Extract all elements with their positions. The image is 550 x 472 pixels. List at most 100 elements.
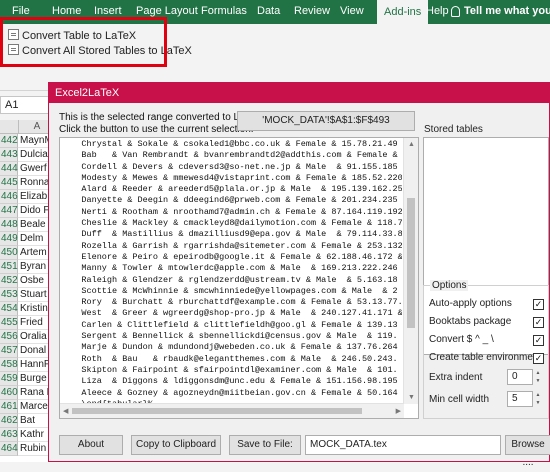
save-to-file-button[interactable]: Save to File:: [229, 435, 301, 455]
tab-home[interactable]: Home: [52, 5, 81, 17]
tab-insert[interactable]: Insert: [94, 5, 122, 17]
row-number[interactable]: 446: [0, 190, 18, 204]
min-cell-width-label: Min cell width: [429, 394, 490, 405]
dialog-titlebar[interactable]: Excel2LaTeX: [49, 83, 549, 103]
code-line: Danyette & Deegin & ddeegind6@prweb.com …: [61, 195, 398, 206]
filename-input[interactable]: MOCK_DATA.tex: [305, 435, 501, 455]
row-number[interactable]: 448: [0, 218, 18, 232]
latex-code-lines: Chrystal & Sokale & csokaled1@bbc.co.uk …: [61, 139, 402, 404]
tab-help[interactable]: Help: [426, 5, 449, 17]
scroll-right-icon[interactable]: ▶: [396, 408, 401, 415]
code-line: Nerti & Rootham & nroothamd7@admin.ch & …: [61, 206, 402, 217]
horizontal-scrollbar[interactable]: ◀ ▶: [60, 403, 404, 418]
auto-apply-label: Auto-apply options: [429, 298, 512, 309]
row-number[interactable]: 464: [0, 442, 18, 456]
lightbulb-icon: [451, 6, 460, 17]
code-line: Bab & Van Rembrandt & bvanrembrandtd2@ad…: [61, 150, 398, 161]
extra-indent-input[interactable]: 0: [507, 369, 533, 385]
code-line: Rozella & Garrish & rgarrishda@sitemeter…: [61, 240, 402, 251]
code-line: Sergent & Bennellick & sbennellickdi@cen…: [61, 331, 398, 342]
code-line: Modesty & Mewes & mmewesd4@vistaprint.co…: [61, 172, 402, 183]
intro-line-1: This is the selected range converted to …: [59, 112, 265, 123]
row-number[interactable]: 442: [0, 134, 18, 148]
tab-add-ins[interactable]: Add-ins: [377, 0, 429, 24]
row-number[interactable]: 462: [0, 414, 18, 428]
range-button[interactable]: 'MOCK_DATA'!$A$1:$F$493: [237, 111, 415, 131]
intro-text: This is the selected range converted to …: [59, 112, 265, 136]
code-line: Scottie & McWhinnie & smcwhinniede@yello…: [61, 285, 398, 296]
row-number[interactable]: 460: [0, 386, 18, 400]
min-cell-width-input[interactable]: 5: [507, 391, 533, 407]
row-number[interactable]: 451: [0, 260, 18, 274]
row-number[interactable]: 461: [0, 400, 18, 414]
tab-view[interactable]: View: [340, 5, 364, 17]
scroll-left-icon[interactable]: ◀: [63, 408, 68, 415]
tab-file[interactable]: File: [12, 5, 30, 17]
table-env-label: Create table environment: [429, 352, 542, 363]
auto-apply-checkbox[interactable]: ✓: [533, 299, 544, 310]
name-box[interactable]: A1: [0, 96, 50, 114]
code-line: Rory & Burchatt & rburchattdf@example.co…: [61, 297, 402, 308]
code-line: Raleigh & Glendzer & rglendzerdd@ustream…: [61, 274, 398, 285]
code-line: Cheslie & Mackley & cmackleyd8@dailymoti…: [61, 218, 402, 229]
spin-down-icon[interactable]: ▼: [533, 399, 543, 407]
row-number[interactable]: 447: [0, 204, 18, 218]
row-number[interactable]: 455: [0, 316, 18, 330]
extra-indent-stepper[interactable]: ▲ ▼: [533, 369, 543, 385]
scroll-thumb[interactable]: [407, 198, 415, 328]
code-line: Elenore & Peiro & epeirodb@google.it & F…: [61, 251, 402, 262]
row-number[interactable]: 458: [0, 358, 18, 372]
row-number[interactable]: 453: [0, 288, 18, 302]
code-line: West & Greer & wgreerdg@shop-pro.jp & Ma…: [61, 308, 402, 319]
code-line: Alard & Reeder & areederd5@plala.or.jp &…: [61, 184, 402, 195]
select-all-corner[interactable]: [0, 120, 19, 133]
row-number[interactable]: 444: [0, 162, 18, 176]
code-line: Aleece & Gozney & agozneydn@miitbeian.go…: [61, 387, 398, 398]
dialog-title: Excel2LaTeX: [55, 87, 120, 99]
options-title: Options: [430, 280, 469, 291]
scroll-up-icon[interactable]: ▲: [408, 141, 415, 148]
booktabs-checkbox[interactable]: ✓: [533, 317, 544, 328]
scroll-down-icon[interactable]: ▼: [408, 394, 415, 401]
code-line: Manny & Towler & mtowlerdc@apple.com & M…: [61, 263, 398, 274]
vertical-scrollbar[interactable]: ▲ ▼: [403, 138, 418, 404]
code-line: Carlen & Clittlefield & clittlefieldh@go…: [61, 319, 398, 330]
tab-review[interactable]: Review: [294, 5, 330, 17]
row-number[interactable]: 445: [0, 176, 18, 190]
extra-indent-label: Extra indent: [429, 372, 483, 383]
intro-line-2: Click the button to use the current sele…: [59, 124, 254, 135]
highlight-box: [0, 17, 167, 67]
row-number[interactable]: 450: [0, 246, 18, 260]
tab-formulas[interactable]: Formulas: [201, 5, 247, 17]
excel2latex-dialog: Excel2LaTeX This is the selected range c…: [48, 82, 550, 468]
stored-tables-label: Stored tables: [424, 124, 483, 135]
min-cell-width-stepper[interactable]: ▲ ▼: [533, 391, 543, 407]
code-line: Chrystal & Sokale & csokaled1@bbc.co.uk …: [61, 139, 398, 149]
hscroll-thumb[interactable]: [72, 408, 362, 414]
row-number[interactable]: 454: [0, 302, 18, 316]
convert-special-checkbox[interactable]: ✓: [533, 335, 544, 346]
row-number[interactable]: 459: [0, 372, 18, 386]
code-line: Cordell & Devers & cdeversd3@so-net.ne.j…: [61, 161, 398, 172]
tell-me-search[interactable]: Tell me what you: [464, 5, 550, 17]
code-line: Marje & Dundon & mdundondj@webeden.co.uk…: [61, 342, 398, 353]
code-line: Skipton & Fairpoint & sfairpointdl@exami…: [61, 364, 398, 375]
row-number[interactable]: 443: [0, 148, 18, 162]
copy-to-clipboard-button[interactable]: Copy to Clipboard: [131, 435, 221, 455]
row-number[interactable]: 463: [0, 428, 18, 442]
booktabs-label: Booktabs package: [429, 316, 512, 327]
tab-data[interactable]: Data: [257, 5, 280, 17]
tab-page-layout[interactable]: Page Layout: [136, 5, 198, 17]
spin-up-icon[interactable]: ▲: [533, 391, 543, 399]
spin-up-icon[interactable]: ▲: [533, 369, 543, 377]
about-button[interactable]: About: [59, 435, 123, 455]
row-number[interactable]: 457: [0, 344, 18, 358]
convert-special-label: Convert $ ^ _ \: [429, 334, 494, 345]
spin-down-icon[interactable]: ▼: [533, 377, 543, 385]
row-number[interactable]: 449: [0, 232, 18, 246]
table-env-checkbox[interactable]: ✓: [533, 353, 544, 364]
row-number[interactable]: 452: [0, 274, 18, 288]
latex-output-textbox[interactable]: Chrystal & Sokale & csokaled1@bbc.co.uk …: [59, 137, 419, 419]
row-number[interactable]: 456: [0, 330, 18, 344]
browse-button[interactable]: Browse ....: [505, 435, 550, 468]
